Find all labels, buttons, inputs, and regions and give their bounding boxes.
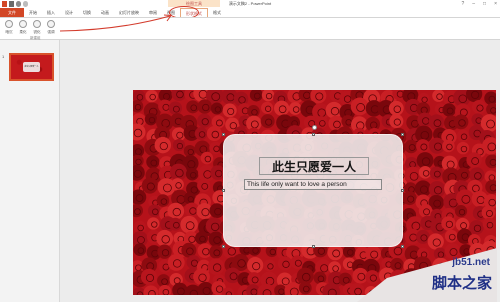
resize-handle-top-right[interactable] <box>401 133 404 136</box>
ribbon: 暗沉 柔化 锐化 强调 新建组 <box>0 17 500 40</box>
maximize-icon[interactable]: □ <box>483 1 486 7</box>
thumbnail-title: 此生只愿爱一人 <box>24 66 39 68</box>
watermark-text: 脚本之家 <box>431 274 492 292</box>
resize-handle-left[interactable] <box>222 189 225 192</box>
emphasize-button[interactable]: 强调 <box>44 20 58 35</box>
resize-handle-top[interactable] <box>312 133 315 136</box>
resize-handle-top-left[interactable] <box>222 133 225 136</box>
window-controls: ? – □ × <box>461 1 497 7</box>
save-icon[interactable] <box>9 1 14 7</box>
title-textbox[interactable]: 此生只愿爱一人 <box>259 157 369 175</box>
soften-label: 柔化 <box>19 30 27 34</box>
slide-subtitle: This life only want to love a person <box>247 181 347 188</box>
window-title: 演示文稿2 - PowerPoint <box>228 1 272 6</box>
tab-review[interactable]: 审阅 <box>144 8 162 17</box>
redo-icon[interactable] <box>23 1 28 7</box>
sharpen-icon <box>33 20 41 28</box>
powerpoint-icon <box>2 1 7 7</box>
site-watermark: jb51.net 脚本之家 <box>357 248 500 302</box>
ribbon-tabs: 文件 开始 插入 设计 切换 动画 幻灯片放映 审阅 视图 形状格式 格式 <box>0 8 500 17</box>
tab-insert[interactable]: 插入 <box>42 8 60 17</box>
tab-format[interactable]: 格式 <box>208 8 226 17</box>
slide-title: 此生只愿爱一人 <box>271 160 356 174</box>
resize-handle-bottom-left[interactable] <box>222 245 225 248</box>
watermark-domain: jb51.net <box>452 257 490 268</box>
soften-icon <box>19 20 27 28</box>
resize-handle-right[interactable] <box>401 189 404 192</box>
emphasize-icon <box>47 20 55 28</box>
thumbnail-card: 此生只愿爱一人 <box>23 62 40 72</box>
tab-design[interactable]: 设计 <box>60 8 78 17</box>
rounded-rectangle-shape[interactable]: 此生只愿爱一人 This life only want to love a pe… <box>222 125 404 248</box>
slide-thumbnail[interactable]: 此生只愿爱一人 <box>9 53 54 81</box>
quick-access-toolbar <box>2 1 28 7</box>
tab-slide-show[interactable]: 幻灯片放映 <box>114 8 144 17</box>
close-icon[interactable]: × <box>494 1 497 7</box>
tab-animations[interactable]: 动画 <box>96 8 114 17</box>
darken-icon <box>5 20 13 28</box>
slide-thumbnail-panel: 1 此生只愿爱一人 <box>0 40 60 302</box>
subtitle-textbox[interactable]: This life only want to love a person <box>244 179 382 190</box>
darken-label: 暗沉 <box>5 30 13 34</box>
resize-handle-bottom[interactable] <box>312 245 315 248</box>
slide-number: 1 <box>2 54 5 59</box>
sharpen-button[interactable]: 锐化 <box>30 20 44 35</box>
darken-button[interactable]: 暗沉 <box>2 20 16 35</box>
help-icon[interactable]: ? <box>461 1 464 7</box>
tab-transitions[interactable]: 切换 <box>78 8 96 17</box>
soften-button[interactable]: 柔化 <box>16 20 30 35</box>
emphasize-label: 强调 <box>47 30 55 34</box>
tab-home[interactable]: 开始 <box>24 8 42 17</box>
tab-file[interactable]: 文件 <box>0 8 24 17</box>
undo-icon[interactable] <box>16 1 21 7</box>
minimize-icon[interactable]: – <box>472 1 475 7</box>
rotate-handle[interactable] <box>312 125 317 130</box>
sharpen-label: 锐化 <box>33 30 41 34</box>
